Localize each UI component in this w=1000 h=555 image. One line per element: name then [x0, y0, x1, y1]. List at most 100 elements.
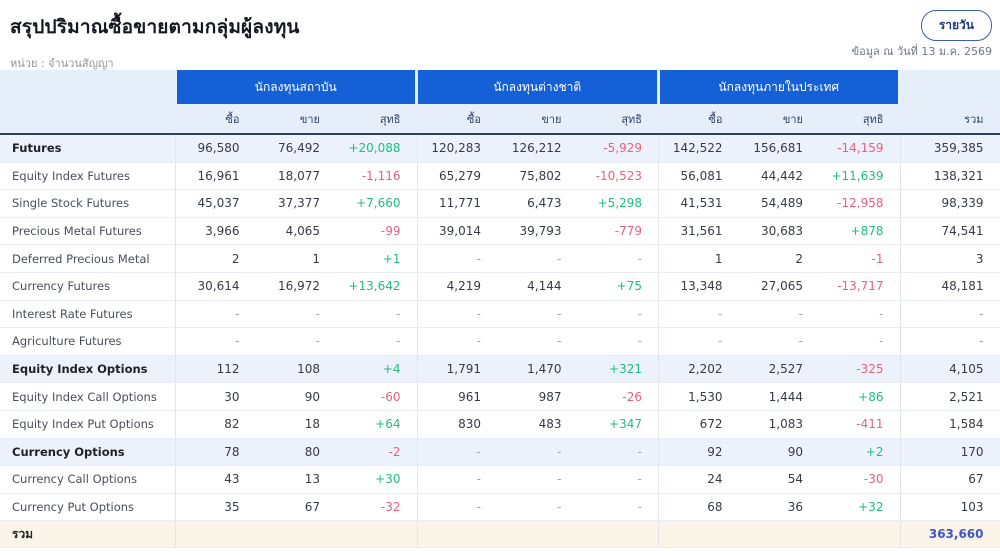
row-value-cell: 112 — [175, 355, 256, 383]
row-label: Equity Index Options — [12, 362, 148, 377]
row-value-cell: +75 — [616, 279, 642, 294]
row-value-cell: 987 — [538, 389, 562, 404]
row-value-cell: 24 — [658, 466, 739, 493]
row-value-cell: 30,614 — [175, 272, 256, 300]
row-value-cell: -779 — [614, 224, 642, 239]
row-value-cell: +11,639 — [831, 168, 884, 183]
row-value-cell: - — [416, 438, 498, 466]
row-value-cell: 2 — [175, 245, 256, 272]
row-value-cell: 2 — [795, 251, 803, 266]
empty-cell — [819, 521, 900, 547]
table-row: Precious Metal Futures 3,966 4,065 -99 39,01… — [0, 217, 1000, 246]
row-value-cell: 13,348 — [658, 272, 739, 300]
table-body: Futures 96,580 76,492 +20,088 120,283 126,212… — [0, 135, 1000, 522]
row-value-cell: 90 — [304, 389, 320, 404]
row-value-cell: - — [416, 245, 498, 272]
group-header-row: นักลงทุนสถาบัน นักลงทุนต่างชาติ นักลงทุน… — [0, 70, 1000, 104]
row-value-cell: - — [315, 306, 320, 321]
row-value-cell: 483 — [538, 417, 562, 432]
row-value-cell: 54,489 — [761, 196, 803, 211]
row-value-cell: +878 — [850, 224, 884, 239]
empty-cell — [256, 521, 337, 547]
row-value-cell: -60 — [380, 389, 401, 404]
row-value-cell: 39,014 — [416, 217, 498, 245]
row-value-cell: - — [637, 251, 642, 266]
row-total-cell: - — [899, 300, 1000, 328]
row-total-cell: 1,584 — [899, 410, 1000, 438]
table-row: Equity Index Call Options 30 90 -60 961 987 -2… — [0, 383, 1000, 411]
row-value-cell: 82 — [175, 410, 256, 438]
row-value-cell: 18 — [304, 417, 320, 432]
row-value-cell: - — [557, 251, 562, 266]
row-label: Precious Metal Futures — [12, 224, 142, 239]
unit-label: หน่วย : จำนวนสัญญา — [10, 57, 114, 70]
daily-period-button[interactable]: รายวัน — [920, 10, 992, 41]
row-value-cell: 4,144 — [527, 279, 562, 294]
row-label: Interest Rate Futures — [12, 306, 133, 321]
row-value-cell: +321 — [609, 362, 642, 377]
col-header-net: สุทธิ — [621, 112, 642, 126]
row-value-cell: +32 — [858, 500, 884, 515]
row-label: Agriculture Futures — [12, 334, 122, 349]
investor-summary-table: นักลงทุนสถาบัน นักลงทุนต่างชาติ นักลงทุน… — [0, 70, 1000, 549]
row-value-cell: 4,219 — [416, 272, 498, 300]
row-value-cell: 39,793 — [519, 224, 562, 239]
row-value-cell: 1,444 — [768, 389, 803, 404]
table-row: Single Stock Futures 45,037 37,377 +7,660 11… — [0, 190, 1000, 218]
row-value-cell: 78 — [175, 438, 256, 466]
table-row: Currency Futures 30,614 16,972 +13,642 4,219… — [0, 272, 1000, 301]
grand-total-label: รวม — [12, 526, 34, 541]
row-value-cell: - — [637, 334, 642, 349]
row-value-cell: +4 — [382, 362, 401, 377]
row-value-cell: 830 — [416, 410, 498, 438]
row-value-cell: +7,660 — [356, 196, 401, 211]
col-header-buy: ซื้อ — [466, 112, 481, 126]
row-value-cell: - — [879, 306, 884, 321]
row-value-cell: +1 — [382, 251, 401, 266]
row-value-cell: 92 — [658, 438, 739, 466]
row-value-cell: 108 — [297, 362, 320, 377]
row-total-cell: - — [899, 328, 1000, 355]
row-value-cell: 1,530 — [658, 383, 739, 410]
row-value-cell: - — [637, 444, 642, 459]
empty-cell — [416, 521, 498, 548]
row-value-cell: -99 — [380, 224, 401, 239]
row-value-cell: 31,561 — [658, 217, 739, 245]
row-value-cell: - — [658, 328, 739, 355]
row-value-cell: - — [557, 306, 562, 321]
row-value-cell: - — [557, 500, 562, 515]
row-value-cell: - — [315, 334, 320, 349]
row-value-cell: 6,473 — [527, 196, 562, 211]
page-header: สรุปปริมาณซื้อขายตามกลุ่มผู้ลงทุน หน่วย … — [0, 0, 1000, 70]
row-value-cell: 35 — [175, 493, 256, 521]
row-value-cell: 1 — [658, 245, 739, 272]
group-header-foreign: นักลงทุนต่างชาติ — [418, 70, 657, 104]
page-title: สรุปปริมาณซื้อขายตามกลุ่มผู้ลงทุน — [10, 16, 300, 38]
group-header-domestic: นักลงทุนภายในประเทศ — [659, 70, 898, 104]
row-value-cell: 37,377 — [278, 196, 320, 211]
row-value-cell: 43 — [175, 466, 256, 493]
row-label: Currency Futures — [12, 279, 111, 294]
empty-cell — [497, 521, 578, 547]
row-value-cell: - — [396, 334, 401, 349]
row-value-cell: - — [557, 334, 562, 349]
row-value-cell: 80 — [304, 444, 320, 459]
col-header-net: สุทธิ — [862, 112, 884, 126]
row-value-cell: - — [637, 306, 642, 321]
row-value-cell: -5,929 — [603, 141, 642, 156]
row-value-cell: +30 — [375, 472, 401, 487]
row-value-cell: +20,088 — [348, 141, 401, 156]
row-value-cell: - — [396, 306, 401, 321]
row-total-cell: 359,385 — [899, 135, 1000, 162]
row-value-cell: -325 — [856, 362, 884, 377]
table-row: Equity Index Futures 16,961 18,077 -1,116 65… — [0, 162, 1000, 191]
row-value-cell: - — [416, 493, 498, 521]
row-value-cell: +13,642 — [348, 279, 401, 294]
row-value-cell: 68 — [658, 493, 739, 521]
row-value-cell: 2,527 — [768, 362, 803, 377]
row-label: Deferred Precious Metal — [12, 251, 150, 266]
row-value-cell: -26 — [622, 389, 642, 404]
row-value-cell: - — [637, 472, 642, 487]
empty-cell — [578, 521, 659, 547]
col-header-sell: ขาย — [299, 112, 320, 126]
